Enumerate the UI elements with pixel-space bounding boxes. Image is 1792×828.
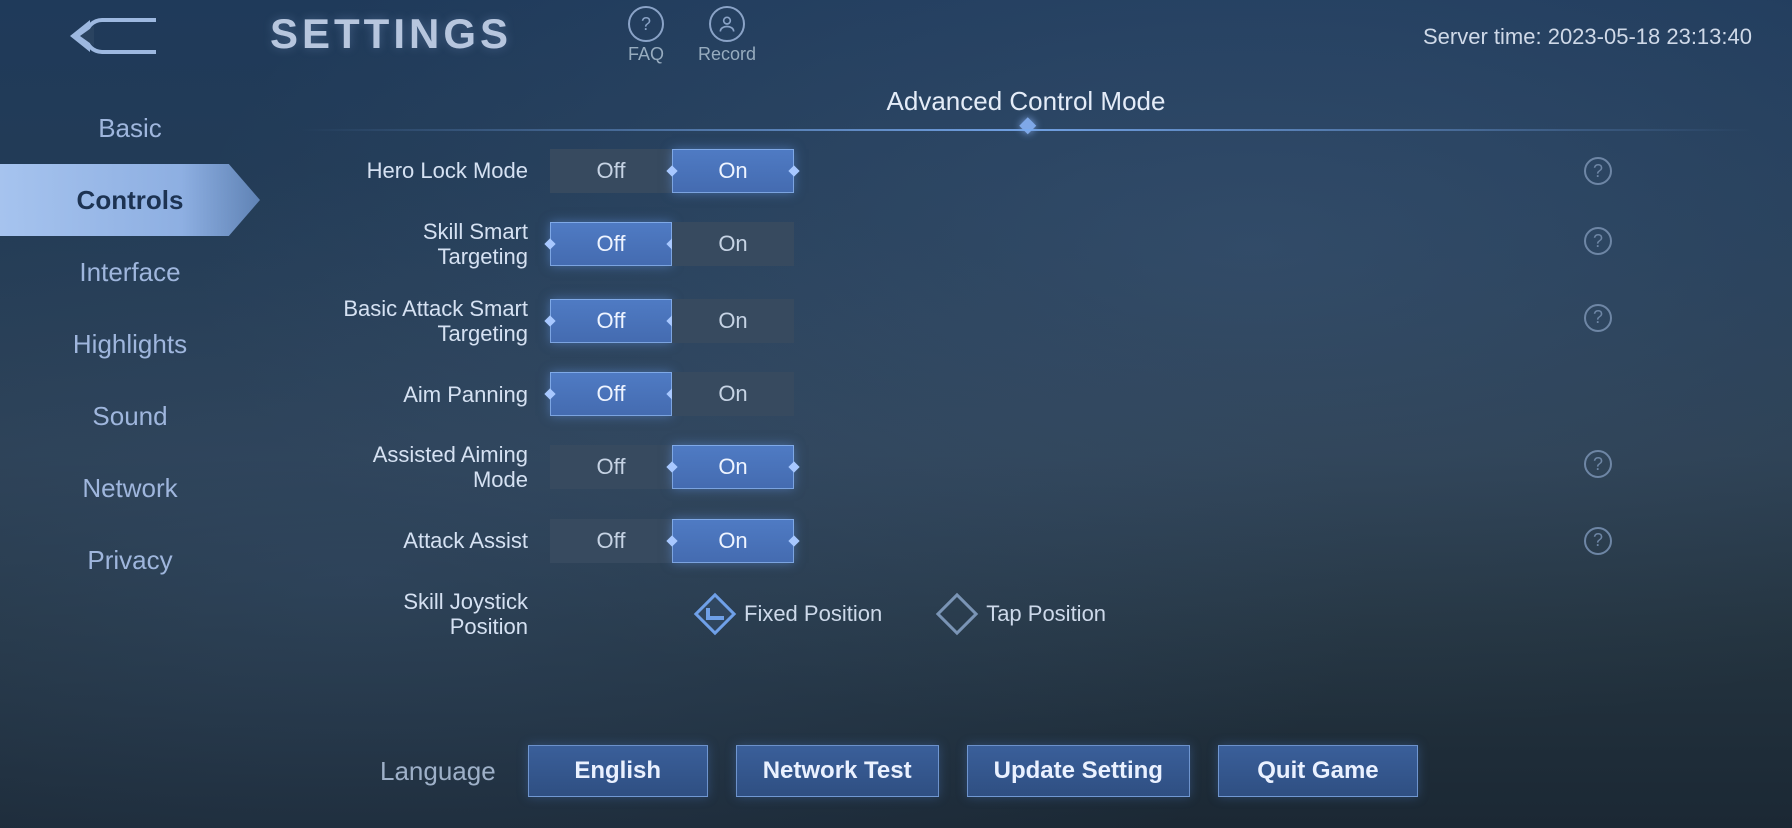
toggle: OffOn [550,149,794,193]
footer: Language English Network Test Update Set… [0,736,1792,806]
setting-label: Skill JoystickPosition [300,589,550,640]
faq-icon: ? [628,6,664,42]
sidebar-item-interface[interactable]: Interface [0,236,260,308]
setting-label: Skill SmartTargeting [300,219,550,270]
record-icon [709,6,745,42]
toggle-option-off[interactable]: Off [550,372,672,416]
setting-label: Hero Lock Mode [300,158,550,183]
settings-rows: Hero Lock ModeOffOn?Skill SmartTargeting… [300,149,1752,639]
setting-row: Attack AssistOffOn? [300,519,1752,563]
help-icon[interactable]: ? [1584,227,1612,255]
server-time: Server time: 2023-05-18 23:13:40 [1423,24,1752,50]
toggle-option-on[interactable]: On [672,519,794,563]
radio-group: Fixed Position Tap Position [700,599,1106,629]
help-icon[interactable]: ? [1584,157,1612,185]
sidebar-item-privacy[interactable]: Privacy [0,524,260,596]
back-button[interactable] [40,10,200,62]
update-setting-button[interactable]: Update Setting [967,745,1190,797]
toggle-option-off[interactable]: Off [550,519,672,563]
radio-option[interactable]: Fixed Position [700,599,882,629]
toggle-option-off[interactable]: Off [550,222,672,266]
setting-label: Basic Attack SmartTargeting [300,296,550,347]
sidebar-item-highlights[interactable]: Highlights [0,308,260,380]
faq-label: FAQ [628,44,664,65]
record-button[interactable]: Record [698,6,756,65]
toggle-option-on[interactable]: On [672,222,794,266]
diamond-checkbox-icon [694,593,736,635]
radio-label: Tap Position [986,601,1106,627]
toggle-option-on[interactable]: On [672,445,794,489]
diamond-checkbox-icon [936,593,978,635]
language-label: Language [380,756,496,787]
faq-button[interactable]: ? FAQ [628,6,664,65]
sidebar-item-controls[interactable]: Controls [0,164,260,236]
setting-label: Attack Assist [300,528,550,553]
toggle: OffOn [550,372,794,416]
radio-option[interactable]: Tap Position [942,599,1106,629]
toggle: OffOn [550,299,794,343]
setting-label: Assisted AimingMode [300,442,550,493]
sidebar-item-basic[interactable]: Basic [0,92,260,164]
help-icon[interactable]: ? [1584,450,1612,478]
toggle-option-off[interactable]: Off [550,299,672,343]
sidebar-item-sound[interactable]: Sound [0,380,260,452]
help-icon[interactable]: ? [1584,304,1612,332]
setting-row-radio: Skill JoystickPosition Fixed Position Tap … [300,589,1752,640]
setting-row: Aim PanningOffOn [300,372,1752,416]
quit-game-button[interactable]: Quit Game [1218,745,1418,797]
setting-row: Assisted AimingModeOffOn? [300,442,1752,493]
toggle-option-on[interactable]: On [672,372,794,416]
toggle: OffOn [550,519,794,563]
sidebar: BasicControlsInterfaceHighlightsSoundNet… [0,92,260,596]
setting-row: Skill SmartTargetingOffOn? [300,219,1752,270]
toggle-option-off[interactable]: Off [550,445,672,489]
toggle-option-on[interactable]: On [672,149,794,193]
header: SETTINGS ? FAQ Record Server time: 2023-… [0,0,1792,80]
toggle: OffOn [550,222,794,266]
record-label: Record [698,44,756,65]
radio-label: Fixed Position [744,601,882,627]
main-panel: Advanced Control Mode Hero Lock ModeOffO… [300,80,1752,718]
page-title: SETTINGS [270,10,512,58]
help-icon[interactable]: ? [1584,527,1612,555]
divider-ornament-icon [1019,117,1036,134]
setting-row: Basic Attack SmartTargetingOffOn? [300,296,1752,347]
sidebar-item-network[interactable]: Network [0,452,260,524]
toggle-option-off[interactable]: Off [550,149,672,193]
setting-row: Hero Lock ModeOffOn? [300,149,1752,193]
toggle-option-on[interactable]: On [672,299,794,343]
header-icons: ? FAQ Record [628,6,756,65]
back-arrow-icon [84,18,156,54]
language-button[interactable]: English [528,745,708,797]
network-test-button[interactable]: Network Test [736,745,939,797]
section-title: Advanced Control Mode [300,80,1752,131]
toggle: OffOn [550,445,794,489]
setting-label: Aim Panning [300,382,550,407]
